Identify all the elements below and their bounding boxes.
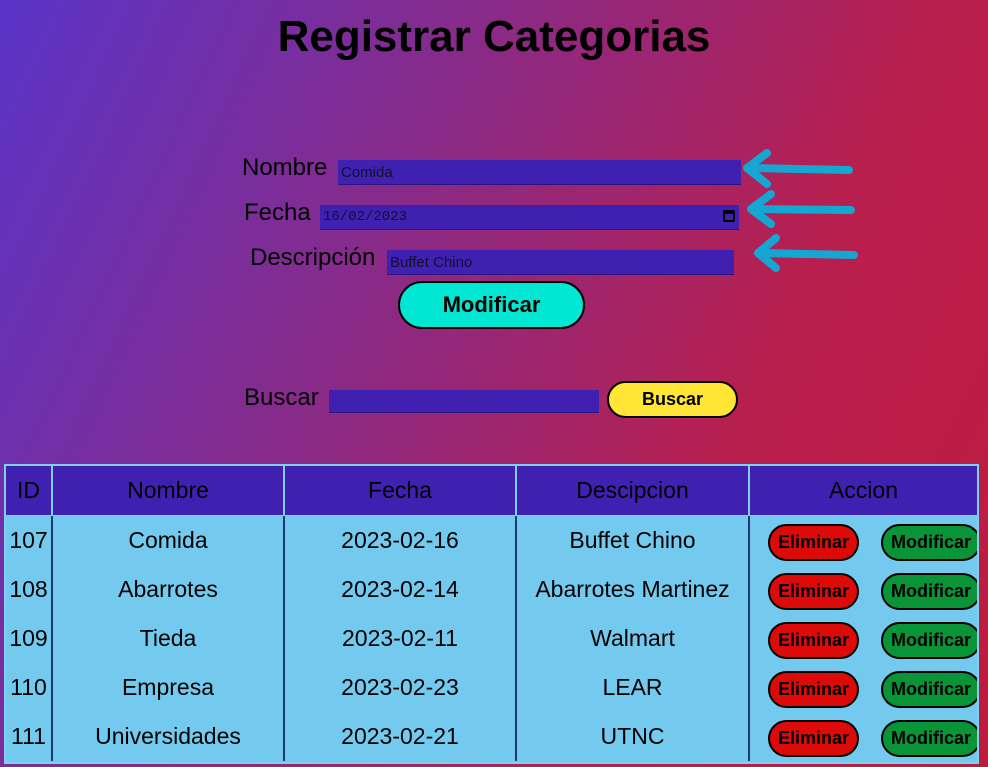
eliminar-button[interactable]: Eliminar <box>768 622 859 659</box>
nombre-input-value: Comida <box>341 164 393 181</box>
table-row: 110 Empresa 2023-02-23 LEAR Eliminar Mod… <box>6 663 977 712</box>
cell-id: 109 <box>6 614 53 663</box>
eliminar-button[interactable]: Eliminar <box>768 524 859 561</box>
cell-id: 111 <box>6 712 53 761</box>
cell-descripcion: LEAR <box>516 663 750 712</box>
descripcion-label: Descripción <box>250 244 376 271</box>
table-row: 107 Comida 2023-02-16 Buffet Chino Elimi… <box>6 515 977 566</box>
nombre-label: Nombre <box>242 154 328 181</box>
cell-nombre: Tieda <box>52 614 285 663</box>
descripcion-input-value: Buffet Chino <box>390 254 473 271</box>
cell-nombre: Universidades <box>52 712 285 761</box>
fecha-input[interactable]: 16/02/2023 <box>320 205 739 230</box>
table-header-row: ID Nombre Fecha Descipcion Accion <box>6 466 977 516</box>
cell-id: 107 <box>6 515 53 565</box>
cell-accion: Eliminar Modificar <box>749 516 977 566</box>
search-input[interactable] <box>329 390 599 413</box>
cell-accion: Eliminar Modificar <box>749 712 977 761</box>
cell-accion: Eliminar Modificar <box>749 663 977 712</box>
modificar-row-button[interactable]: Modificar <box>881 671 977 708</box>
nombre-input[interactable]: Comida <box>338 160 741 185</box>
cell-accion: Eliminar Modificar <box>749 614 977 663</box>
fecha-label: Fecha <box>244 199 311 226</box>
descripcion-input[interactable]: Buffet Chino <box>387 250 734 275</box>
cell-descripcion: UTNC <box>516 712 750 761</box>
table-row: 108 Abarrotes 2023-02-14 Abarrotes Marti… <box>6 565 977 614</box>
cell-descripcion: Abarrotes Martinez <box>516 565 750 614</box>
arrow-left-icon <box>754 234 858 272</box>
cell-descripcion: Buffet Chino <box>516 515 750 565</box>
arrow-left-icon <box>743 149 853 188</box>
eliminar-button[interactable]: Eliminar <box>768 573 859 610</box>
table-row: 111 Universidades 2023-02-21 UTNC Elimin… <box>6 712 977 761</box>
modificar-row-button[interactable]: Modificar <box>881 720 977 757</box>
eliminar-button[interactable]: Eliminar <box>768 720 859 757</box>
cell-nombre: Empresa <box>52 663 285 712</box>
cell-fecha: 2023-02-11 <box>284 614 517 663</box>
fecha-input-value: 16/02/2023 <box>323 209 408 225</box>
modificar-button[interactable]: Modificar <box>398 281 585 329</box>
arrow-left-icon <box>747 190 855 228</box>
buscar-button[interactable]: Buscar <box>607 381 738 418</box>
header-id: ID <box>6 466 53 516</box>
modificar-row-button[interactable]: Modificar <box>881 573 977 610</box>
cell-nombre: Comida <box>52 515 285 565</box>
calendar-icon[interactable] <box>723 210 735 222</box>
cell-id: 108 <box>6 565 53 614</box>
header-nombre: Nombre <box>52 466 285 516</box>
header-descripcion: Descipcion <box>516 466 750 516</box>
page-title: Registrar Categorias <box>277 12 711 61</box>
cell-nombre: Abarrotes <box>52 565 285 614</box>
cell-fecha: 2023-02-23 <box>284 663 517 712</box>
cell-fecha: 2023-02-16 <box>284 515 517 565</box>
eliminar-button[interactable]: Eliminar <box>768 671 859 708</box>
cell-fecha: 2023-02-21 <box>284 712 517 761</box>
cell-descripcion: Walmart <box>516 614 750 663</box>
categories-table: ID Nombre Fecha Descipcion Accion 107 Co… <box>4 464 979 764</box>
modificar-row-button[interactable]: Modificar <box>881 524 977 561</box>
cell-fecha: 2023-02-14 <box>284 565 517 614</box>
cell-accion: Eliminar Modificar <box>749 565 977 614</box>
buscar-label: Buscar <box>244 384 319 411</box>
cell-id: 110 <box>6 663 53 712</box>
modificar-row-button[interactable]: Modificar <box>881 622 977 659</box>
header-fecha: Fecha <box>284 466 517 516</box>
header-accion: Accion <box>749 466 977 516</box>
table-row: 109 Tieda 2023-02-11 Walmart Eliminar Mo… <box>6 614 977 663</box>
